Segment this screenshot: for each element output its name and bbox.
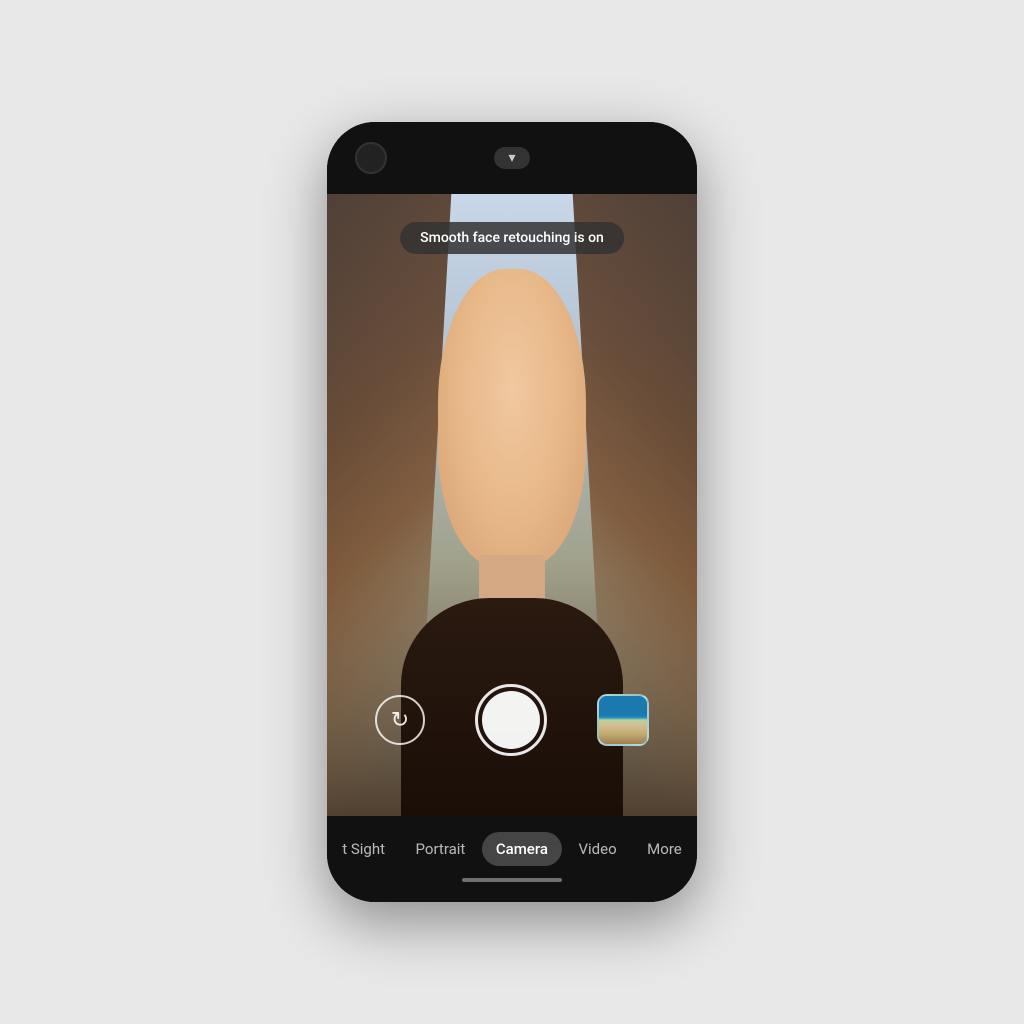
flip-camera-button[interactable]: ↻ <box>375 695 425 745</box>
phone-bottom-bar: t Sight Portrait Camera Video More <box>327 816 697 902</box>
shutter-button[interactable] <box>475 684 547 756</box>
tab-video[interactable]: Video <box>564 832 630 866</box>
camera-controls: ↻ <box>327 684 697 756</box>
phone-device: Smooth face retouching is on ↻ t Sight P… <box>327 122 697 902</box>
tab-more[interactable]: More <box>633 832 696 866</box>
tab-night-sight[interactable]: t Sight <box>328 832 399 866</box>
camera-viewfinder[interactable]: Smooth face retouching is on ↻ <box>327 194 697 816</box>
dropdown-pill[interactable] <box>494 147 530 169</box>
shutter-inner <box>482 691 540 749</box>
phone-top-bar <box>327 122 697 194</box>
home-indicator <box>462 878 562 882</box>
face <box>438 269 586 568</box>
flip-icon: ↻ <box>391 708 409 733</box>
tab-portrait[interactable]: Portrait <box>402 832 480 866</box>
retouching-badge: Smooth face retouching is on <box>400 222 624 254</box>
tab-camera[interactable]: Camera <box>482 832 562 866</box>
front-camera-hole <box>355 142 387 174</box>
gallery-thumbnail-button[interactable] <box>597 694 649 746</box>
mode-tabs: t Sight Portrait Camera Video More <box>327 816 697 878</box>
gallery-thumb-image <box>599 696 647 744</box>
